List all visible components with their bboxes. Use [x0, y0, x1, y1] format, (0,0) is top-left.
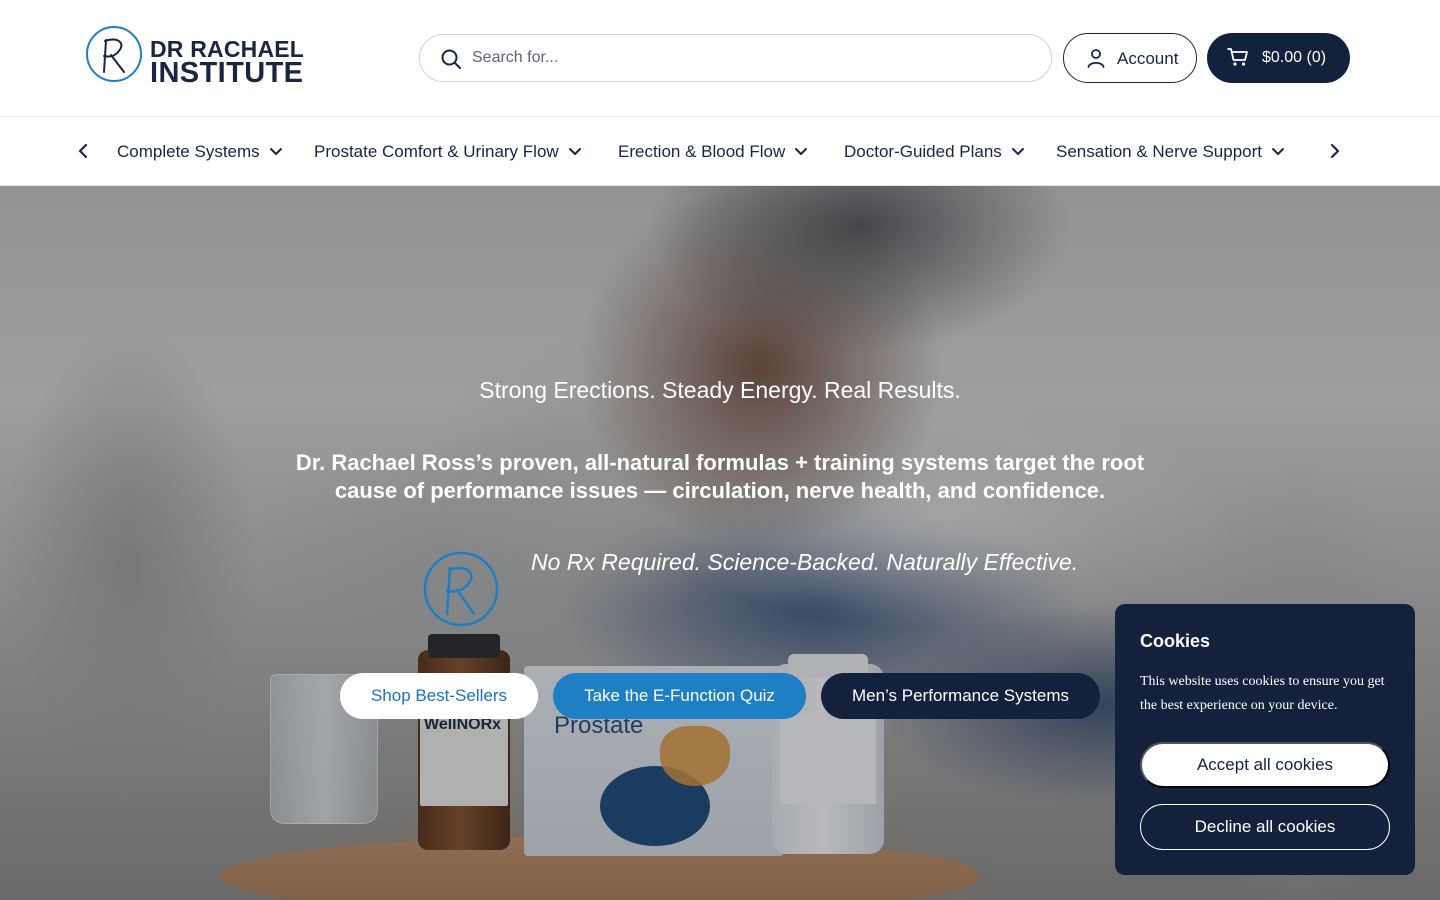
cart-icon: [1227, 48, 1248, 66]
account-button[interactable]: Account: [1063, 33, 1197, 83]
accept-cookies-button[interactable]: Accept all cookies: [1140, 742, 1390, 788]
nav-item-sensation-nerve-support[interactable]: Sensation & Nerve Support: [1056, 141, 1285, 163]
hero-eyebrow: Strong Erections. Steady Energy. Real Re…: [479, 377, 961, 403]
chevron-left-icon[interactable]: [73, 141, 93, 161]
chevron-down-icon: [795, 148, 808, 155]
decline-cookies-button[interactable]: Decline all cookies: [1140, 804, 1390, 850]
nav-item-erection-blood-flow[interactable]: Erection & Blood Flow: [618, 141, 808, 163]
take-quiz-button[interactable]: Take the E-Function Quiz: [553, 673, 806, 719]
hero-tagline: No Rx Required. Science-Backed. Naturall…: [531, 549, 1079, 575]
cookie-text: This website uses cookies to ensure you …: [1140, 674, 1385, 713]
logo[interactable]: DR RACHAEL INSTITUTE: [84, 22, 304, 88]
nav-item-prostate-comfort[interactable]: Prostate Comfort & Urinary Flow: [314, 141, 582, 163]
search-input[interactable]: [472, 35, 1032, 81]
nav-item-doctor-guided-plans[interactable]: Doctor-Guided Plans: [844, 141, 1025, 163]
chevron-down-icon: [269, 148, 282, 155]
nav-item-label: Sensation & Nerve Support: [1056, 142, 1263, 161]
chevron-down-icon: [1011, 148, 1024, 155]
chevron-right-icon[interactable]: [1325, 141, 1345, 161]
cart-button[interactable]: $0.00 (0): [1207, 33, 1350, 83]
user-icon: [1087, 49, 1105, 68]
shop-best-sellers-button[interactable]: Shop Best-Sellers: [340, 673, 538, 719]
cookie-banner: Cookies This website uses cookies to ens…: [1115, 604, 1415, 875]
nav-item-label: Prostate Comfort & Urinary Flow: [314, 142, 559, 161]
logo-mark-icon: [86, 26, 142, 82]
cart-total: $0.00 (0): [1262, 49, 1327, 66]
brand-mark-icon: [423, 551, 499, 627]
main-navigation: Complete Systems Prostate Comfort & Urin…: [0, 116, 1440, 186]
site-header: DR RACHAEL INSTITUTE Account $0.00 (0): [0, 0, 1440, 116]
search-icon[interactable]: [440, 48, 462, 70]
hero-headline: Dr. Rachael Ross’s proven, all-natural f…: [295, 450, 1145, 503]
mens-performance-systems-button[interactable]: Men’s Performance Systems: [821, 673, 1100, 719]
nav-item-label: Erection & Blood Flow: [618, 142, 786, 161]
logo-name-line2: INSTITUTE: [150, 57, 304, 89]
search-bar: [419, 34, 1052, 82]
nav-item-label: Complete Systems: [117, 142, 260, 161]
chevron-down-icon: [568, 148, 581, 155]
cookie-title: Cookies: [1140, 631, 1211, 651]
nav-item-complete-systems[interactable]: Complete Systems: [117, 141, 283, 163]
chevron-down-icon: [1272, 148, 1285, 155]
nav-item-label: Doctor-Guided Plans: [844, 142, 1002, 161]
account-label: Account: [1117, 49, 1179, 68]
